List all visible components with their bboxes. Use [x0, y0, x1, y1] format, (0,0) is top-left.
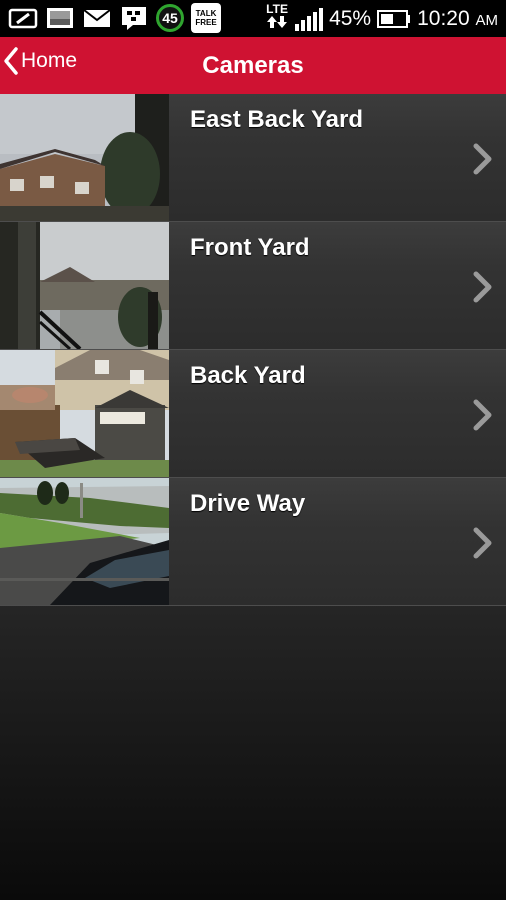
talkfree-line2: FREE [195, 18, 217, 27]
nfc-icon [8, 8, 38, 29]
badge-count: 45 [162, 10, 178, 26]
chevron-right-icon [473, 143, 492, 175]
camera-row-front-yard[interactable]: Front Yard [0, 222, 506, 350]
back-yard-thumbnail [0, 350, 169, 477]
camera-list: East Back Yard Front Yard Back Yard Driv… [0, 94, 506, 606]
home-back-button[interactable]: Home [3, 41, 77, 81]
talkfree-icon: TALK FREE [191, 3, 221, 33]
battery-percent: 45% [329, 6, 372, 30]
camera-name: Back Yard [190, 362, 306, 389]
camera-name: East Back Yard [190, 106, 364, 133]
data-arrows-icon [267, 16, 288, 28]
front-yard-thumbnail [0, 222, 169, 349]
camera-name: Front Yard [190, 234, 310, 261]
east-back-yard-thumbnail [0, 94, 169, 221]
drive-way-thumbnail [0, 478, 169, 605]
chevron-left-icon [4, 47, 18, 75]
chevron-right-icon [473, 399, 492, 431]
clock-ampm: AM [475, 11, 499, 29]
network-label: LTE [266, 2, 288, 16]
chevron-right-icon [473, 271, 492, 303]
camera-name: Drive Way [190, 490, 306, 517]
talkfree-line1: TALK [195, 9, 217, 18]
back-label: Home [21, 49, 78, 72]
camera-row-east-back-yard[interactable]: East Back Yard [0, 94, 506, 222]
mail-icon [83, 9, 111, 27]
clock-time: 10:20 [417, 6, 470, 30]
title-bar: Home Cameras [0, 37, 506, 94]
camera-row-back-yard[interactable]: Back Yard [0, 350, 506, 478]
image-icon [47, 8, 73, 28]
signal-icon [295, 7, 324, 31]
camera-row-drive-way[interactable]: Drive Way [0, 478, 506, 606]
notification-icons: 45 TALK FREE [8, 3, 221, 33]
system-status: LTE 45% 10:20 AM [265, 0, 498, 37]
battery-icon [377, 9, 411, 28]
app-screen: 45 TALK FREE LTE 45% 10:20 AM Home Camer… [0, 0, 506, 900]
badge-45-icon: 45 [156, 4, 184, 32]
bbm-icon [122, 7, 146, 30]
clock: 10:20 AM [417, 7, 498, 31]
status-bar: 45 TALK FREE LTE 45% 10:20 AM [0, 0, 506, 37]
lte-icon: LTE [265, 3, 289, 34]
chevron-right-icon [473, 527, 492, 559]
